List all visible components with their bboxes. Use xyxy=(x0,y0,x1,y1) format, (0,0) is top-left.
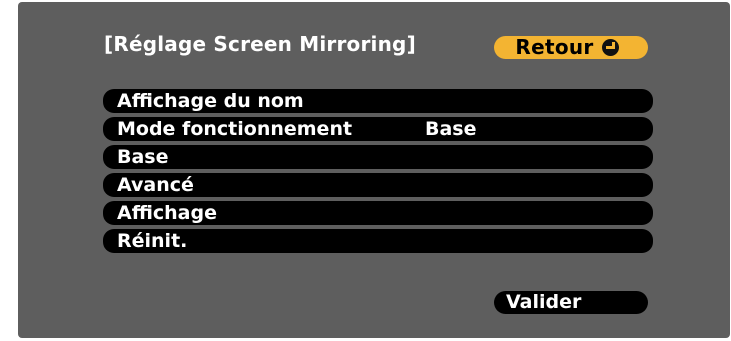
settings-panel: [Réglage Screen Mirroring] Retour Affich… xyxy=(18,2,730,338)
menu-item-label: Base xyxy=(117,146,169,168)
validate-button[interactable]: Valider xyxy=(494,291,648,314)
menu-item-label: Affichage xyxy=(117,202,217,224)
enter-icon xyxy=(601,39,619,56)
menu-item-avance[interactable]: Avancé xyxy=(103,173,653,197)
menu-item-mode-fonctionnement[interactable]: Mode fonctionnement Base xyxy=(103,117,653,141)
menu-item-label: Mode fonctionnement xyxy=(117,118,353,140)
settings-menu: Affichage du nom Mode fonctionnement Bas… xyxy=(103,89,653,259)
back-button-label: Retour xyxy=(515,35,594,59)
menu-item-label: Réinit. xyxy=(117,230,188,252)
menu-item-label: Avancé xyxy=(117,174,194,196)
menu-item-affichage[interactable]: Affichage xyxy=(103,201,653,225)
back-button[interactable]: Retour xyxy=(494,36,648,59)
dialog-title: [Réglage Screen Mirroring] xyxy=(104,32,416,56)
validate-button-label: Valider xyxy=(506,291,582,313)
menu-item-affichage-du-nom[interactable]: Affichage du nom xyxy=(103,89,653,113)
menu-item-label: Affichage du nom xyxy=(117,90,304,112)
menu-item-reinit[interactable]: Réinit. xyxy=(103,229,653,253)
menu-item-base[interactable]: Base xyxy=(103,145,653,169)
menu-item-value: Base xyxy=(425,118,477,140)
